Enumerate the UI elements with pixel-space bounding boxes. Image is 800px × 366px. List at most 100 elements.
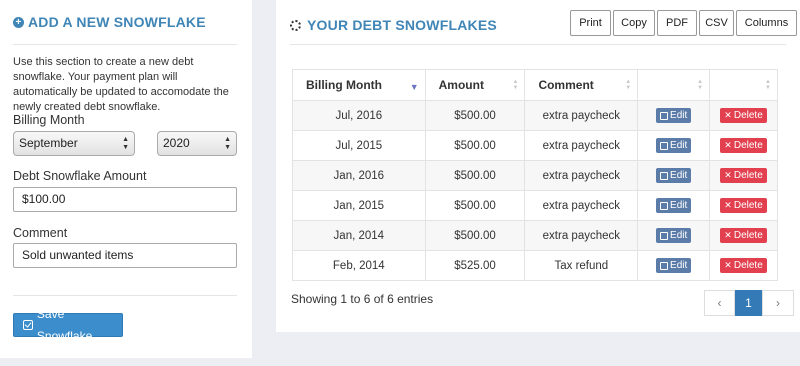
column-header-amount[interactable]: Amount ▲ ▼ [424,69,526,101]
save-snowflake-button[interactable]: Save Snowflake [13,307,123,343]
delete-button[interactable]: ✕ Delete [720,168,767,183]
delete-button[interactable]: ✕ Delete [720,108,767,123]
column-header-delete[interactable]: ▲ ▼ [709,69,778,101]
add-snowflake-title: ADD A NEW SNOWFLAKE [28,14,206,30]
comment-field[interactable]: Sold unwanted items [13,243,237,268]
divider [290,44,786,45]
edit-button[interactable]: Edit [656,168,692,183]
cell-billing-month: Jul, 2016 [292,100,426,131]
snowflakes-list-panel: YOUR DEBT SNOWFLAKES Print Copy PDF CSV … [276,0,800,332]
close-icon: ✕ [724,230,732,240]
pagination-page-1[interactable]: 1 [735,290,762,316]
sort-icon: ▲ ▼ [765,79,771,91]
column-header-label: Amount [438,78,484,92]
pagination-prev[interactable]: ‹ [704,290,735,316]
cell-amount: $500.00 [424,220,526,251]
edit-label: Edit [670,230,688,241]
print-button[interactable]: Print [570,10,611,36]
pdf-button[interactable]: PDF [657,10,697,36]
table-row: Jan, 2016 $500.00 extra paycheck Edit ✕ Delet… [292,160,778,191]
edit-button[interactable]: Edit [656,228,692,243]
year-select[interactable]: 2020 ▲ ▼ [157,131,237,156]
delete-label: Delete [733,110,763,121]
close-icon: ✕ [724,170,732,180]
cell-edit: Edit [637,220,711,251]
sort-desc-icon: ▼ [409,82,419,92]
csv-button[interactable]: CSV [699,10,734,36]
cell-delete: ✕ Delete [709,130,778,161]
cell-edit: Edit [637,100,711,131]
column-header-label: Comment [538,78,594,92]
delete-label: Delete [733,230,763,241]
sort-icon: ▲ ▼ [697,79,704,91]
delete-label: Delete [733,170,763,181]
column-header-comment[interactable]: Comment ▲ ▼ [524,69,639,101]
cell-comment: extra paycheck [524,220,639,251]
table-row: Feb, 2014 $525.00 Tax refund Edit ✕ Delete [292,250,778,281]
edit-label: Edit [670,140,688,151]
cell-edit: Edit [637,250,711,281]
snowflakes-heading: YOUR DEBT SNOWFLAKES [290,17,497,33]
cell-delete: ✕ Delete [709,250,778,281]
pencil-square-icon [660,111,669,120]
cell-comment: extra paycheck [524,100,639,131]
cell-delete: ✕ Delete [709,220,778,251]
cell-delete: ✕ Delete [709,160,778,191]
cell-billing-month: Jul, 2015 [292,130,426,161]
column-header-label: Billing Month [306,78,382,92]
spinner-icon [290,19,301,31]
pencil-square-icon [660,141,669,150]
sort-icon: ▲ ▼ [625,79,632,91]
save-snowflake-label: Save Snowflake [36,307,93,343]
delete-button[interactable]: ✕ Delete [720,258,767,273]
delete-button[interactable]: ✕ Delete [720,138,767,153]
close-icon: ✕ [724,260,732,270]
month-select-value: September [19,136,78,150]
table-row: Jan, 2014 $500.00 extra paycheck Edit ✕ Delet… [292,220,778,251]
close-icon: ✕ [724,140,732,150]
edit-button[interactable]: Edit [656,108,692,123]
column-header-edit[interactable]: ▲ ▼ [637,69,711,101]
divider [13,295,237,296]
cell-comment: extra paycheck [524,160,639,191]
table-header-row: Billing Month ▼ Amount ▲ ▼ Comment ▲ ▼ ▲ ▼ … [292,69,778,101]
table-row: Jul, 2016 $500.00 extra paycheck Edit ✕ Delet… [292,100,778,131]
comment-label: Comment [13,226,68,240]
page-footer-strip [0,358,800,366]
edit-button[interactable]: Edit [656,258,692,273]
edit-button[interactable]: Edit [656,198,692,213]
pencil-square-icon [660,171,669,180]
month-select[interactable]: September ▲ ▼ [13,131,135,156]
delete-label: Delete [733,140,763,151]
year-select-value: 2020 [163,136,190,150]
cell-delete: ✕ Delete [709,190,778,221]
amount-label: Debt Snowflake Amount [13,169,147,183]
plus-circle-icon: + [13,16,24,28]
pencil-square-icon [660,201,669,210]
pagination-next[interactable]: › [762,290,794,316]
cell-billing-month: Jan, 2015 [292,190,426,221]
snowflakes-table: Billing Month ▼ Amount ▲ ▼ Comment ▲ ▼ ▲ ▼ … [292,69,778,281]
comment-field-value: Sold unwanted items [22,248,134,262]
cell-delete: ✕ Delete [709,100,778,131]
close-icon: ✕ [724,200,732,210]
cell-amount: $500.00 [424,160,526,191]
edit-label: Edit [670,170,688,181]
add-snowflake-panel: + ADD A NEW SNOWFLAKE Use this section t… [0,0,252,366]
delete-button[interactable]: ✕ Delete [720,198,767,213]
table-info: Showing 1 to 6 of 6 entries [291,292,434,306]
amount-field[interactable]: $100.00 [13,187,237,212]
columns-button[interactable]: Columns [736,10,797,36]
edit-label: Edit [670,200,688,211]
amount-field-value: $100.00 [22,192,66,206]
billing-month-label: Billing Month [13,113,85,127]
delete-button[interactable]: ✕ Delete [720,228,767,243]
sort-icon: ▲ ▼ [512,79,519,91]
cell-edit: Edit [637,130,711,161]
cell-amount: $500.00 [424,100,526,131]
check-square-icon [23,320,33,330]
edit-button[interactable]: Edit [656,138,692,153]
add-snowflake-description: Use this section to create a new debt sn… [13,56,229,113]
copy-button[interactable]: Copy [613,10,655,36]
column-header-billing-month[interactable]: Billing Month ▼ [292,69,426,101]
